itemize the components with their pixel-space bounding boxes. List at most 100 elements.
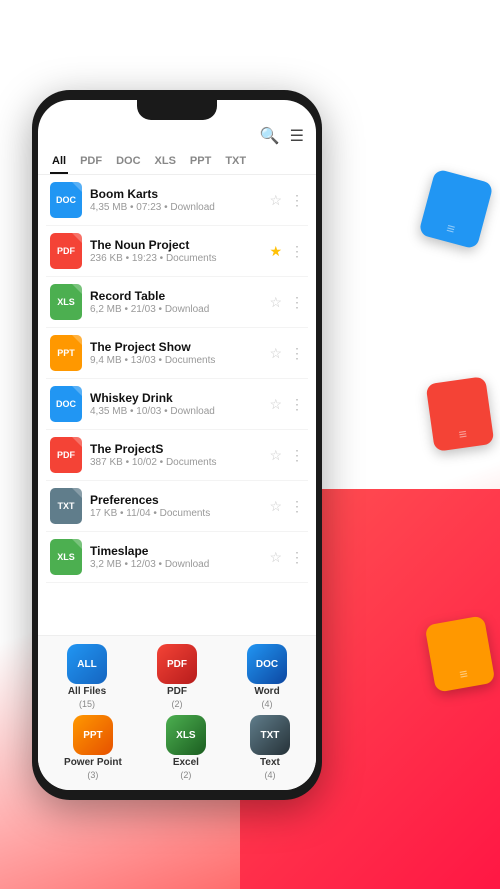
file-icon-xls: XLS [50, 284, 82, 320]
file-info: Record Table6,2 MB • 21/03 • Download [90, 289, 261, 315]
file-icon-pdf: PDF [50, 437, 82, 473]
nav-icon-xls: XLS [166, 715, 206, 755]
file-name: The Noun Project [90, 238, 261, 252]
file-info: The Project Show9,4 MB • 13/03 • Documen… [90, 340, 261, 366]
phone-frame: 🔍 ☰ All PDF DOC XLS PPT TXT DOC Boom Kart… [32, 90, 322, 800]
list-item[interactable]: XLS Record Table6,2 MB • 21/03 • Download… [46, 277, 308, 328]
nav-count: (4) [264, 770, 275, 780]
nav-icon-all: ALL [67, 644, 107, 684]
list-item[interactable]: PPT The Project Show9,4 MB • 13/03 • Docu… [46, 328, 308, 379]
list-item[interactable]: TXT Preferences17 KB • 11/04 • Documents ☆… [46, 481, 308, 532]
file-info: Preferences17 KB • 11/04 • Documents [90, 493, 261, 519]
search-icon[interactable]: 🔍 [260, 126, 280, 146]
float-pdf-icon [430, 380, 490, 448]
tab-pdf[interactable]: PDF [78, 150, 104, 174]
phone-notch [137, 100, 217, 120]
file-name: Boom Karts [90, 187, 261, 201]
nav-count: (3) [87, 770, 98, 780]
nav-icon-ppt: PPT [73, 715, 113, 755]
file-icon-txt: TXT [50, 488, 82, 524]
header-actions: 🔍 ☰ [260, 126, 304, 146]
nav-label: Word [254, 686, 279, 697]
nav-count: (4) [262, 699, 273, 709]
nav-icon-pdf: PDF [157, 644, 197, 684]
file-icon-doc: DOC [50, 182, 82, 218]
nav-item-word[interactable]: DOC Word (4) [247, 644, 287, 709]
list-item[interactable]: PDF The ProjectS387 KB • 10/02 • Document… [46, 430, 308, 481]
app-header: 🔍 ☰ [38, 120, 316, 150]
tab-txt[interactable]: TXT [223, 150, 248, 174]
nav-count: (2) [180, 770, 191, 780]
nav-label: Text [260, 757, 280, 768]
phone-screen: 🔍 ☰ All PDF DOC XLS PPT TXT DOC Boom Kart… [38, 100, 316, 790]
file-more-button[interactable]: ⋮ [290, 549, 304, 566]
file-name: Timeslape [90, 544, 261, 558]
floating-pdf [426, 376, 495, 452]
file-info: Boom Karts4,35 MB • 07:23 • Download [90, 187, 261, 213]
file-meta: 17 KB • 11/04 • Documents [90, 508, 261, 519]
file-info: The Noun Project236 KB • 19:23 • Documen… [90, 238, 261, 264]
file-star[interactable]: ☆ [269, 549, 282, 566]
list-item[interactable]: XLS Timeslape3,2 MB • 12/03 • Download ☆ ⋮ [46, 532, 308, 583]
file-meta: 6,2 MB • 21/03 • Download [90, 304, 261, 315]
file-icon-doc: DOC [50, 386, 82, 422]
nav-label: All Files [68, 686, 106, 697]
nav-item-all[interactable]: ALL All Files (15) [67, 644, 107, 709]
list-item[interactable]: PDF The Noun Project236 KB • 19:23 • Docu… [46, 226, 308, 277]
file-star[interactable]: ☆ [269, 192, 282, 209]
file-name: Record Table [90, 289, 261, 303]
file-meta: 9,4 MB • 13/03 • Documents [90, 355, 261, 366]
list-item[interactable]: DOC Whiskey Drink4,35 MB • 10/03 • Downlo… [46, 379, 308, 430]
nav-item-pdf[interactable]: PDFPDF(2) [157, 644, 197, 709]
nav-label: Excel [173, 757, 199, 768]
nav-row: PPT Power Point (3) XLS Excel (2) TXT Text (4) [42, 715, 312, 780]
file-more-button[interactable]: ⋮ [290, 192, 304, 209]
file-more-button[interactable]: ⋮ [290, 345, 304, 362]
file-meta: 4,35 MB • 10/03 • Download [90, 406, 261, 417]
file-star[interactable]: ☆ [269, 294, 282, 311]
sort-icon[interactable]: ☰ [290, 126, 304, 146]
tab-bar: All PDF DOC XLS PPT TXT [38, 150, 316, 175]
tab-xls[interactable]: XLS [153, 150, 178, 174]
file-info: Whiskey Drink4,35 MB • 10/03 • Download [90, 391, 261, 417]
float-doc-icon [426, 175, 486, 243]
floating-ppt [425, 615, 496, 692]
file-info: Timeslape3,2 MB • 12/03 • Download [90, 544, 261, 570]
bottom-nav: ALL All Files (15) PDF PDF (2) DOC Word (4) PPT Po… [38, 635, 316, 790]
file-star[interactable]: ☆ [269, 396, 282, 413]
nav-count: (15) [79, 699, 95, 709]
file-meta: 4,35 MB • 07:23 • Download [90, 202, 261, 213]
file-meta: 387 KB • 10/02 • Documents [90, 457, 261, 468]
nav-item-ppt[interactable]: PPT Power Point (3) [64, 715, 122, 780]
file-star[interactable]: ☆ [269, 345, 282, 362]
nav-label: Power Point [64, 757, 122, 768]
file-icon-ppt: PPT [50, 335, 82, 371]
tab-all[interactable]: All [50, 150, 68, 174]
file-more-button[interactable]: ⋮ [290, 294, 304, 311]
file-star[interactable]: ☆ [269, 498, 282, 515]
file-more-button[interactable]: ⋮ [290, 447, 304, 464]
file-more-button[interactable]: ⋮ [290, 396, 304, 413]
nav-item-xls[interactable]: XLS Excel (2) [166, 715, 206, 780]
file-list: DOC Boom Karts4,35 MB • 07:23 • Download ☆… [38, 175, 316, 635]
nav-label: PDF [167, 686, 187, 697]
file-icon-pdf: PDF [50, 233, 82, 269]
file-star[interactable]: ☆ [269, 447, 282, 464]
nav-icon-word: DOC [247, 644, 287, 684]
file-meta: 236 KB • 19:23 • Documents [90, 253, 261, 264]
file-name: The Project Show [90, 340, 261, 354]
file-icon-xls: XLS [50, 539, 82, 575]
tab-doc[interactable]: DOC [114, 150, 142, 174]
file-info: The ProjectS387 KB • 10/02 • Documents [90, 442, 261, 468]
file-name: Whiskey Drink [90, 391, 261, 405]
nav-item-txt[interactable]: TXT Text (4) [250, 715, 290, 780]
float-ppt-icon [430, 620, 490, 688]
file-more-button[interactable]: ⋮ [290, 498, 304, 515]
tab-ppt[interactable]: PPT [188, 150, 213, 174]
nav-icon-txt: TXT [250, 715, 290, 755]
file-more-button[interactable]: ⋮ [290, 243, 304, 260]
list-item[interactable]: DOC Boom Karts4,35 MB • 07:23 • Download ☆… [46, 175, 308, 226]
file-name: The ProjectS [90, 442, 261, 456]
file-star[interactable]: ★ [269, 243, 282, 260]
file-name: Preferences [90, 493, 261, 507]
